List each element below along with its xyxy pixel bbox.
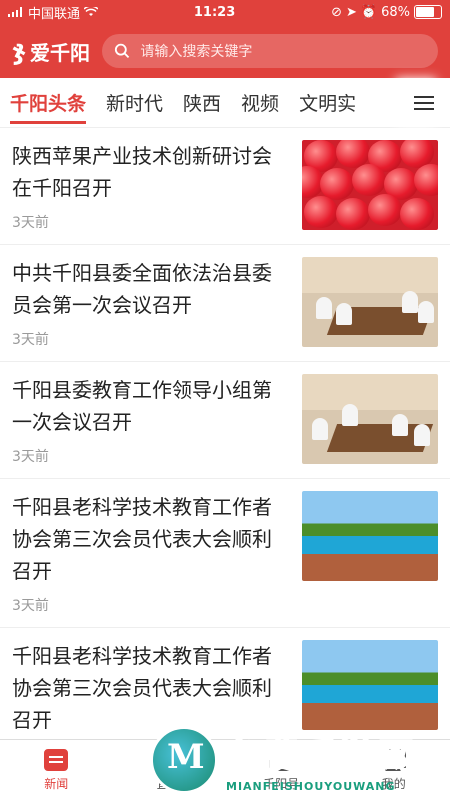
channel-tabs: 千阳头条 新时代 陕西 视频 文明实 [0, 78, 450, 128]
app-header: ჯ 爱千阳 [0, 24, 450, 78]
tab-news[interactable]: 新闻 [0, 740, 113, 800]
tab-video[interactable]: 视频 [241, 79, 279, 126]
news-thumbnail [302, 140, 438, 230]
news-thumbnail [302, 374, 438, 464]
list-item[interactable]: 千阳县老科学技术教育工作者协会第三次会员代表大会顺利召开 3天前 [0, 479, 450, 628]
qianyang-icon [269, 748, 294, 771]
tab-live[interactable]: 直播 [113, 740, 226, 800]
search-icon [114, 43, 130, 59]
news-title: 中共千阳县委全面依法治县委员会第一次会议召开 [12, 261, 272, 317]
tab-qianyang-label: 千阳号 [263, 776, 300, 791]
tab-new-era[interactable]: 新时代 [106, 79, 163, 126]
news-icon [44, 748, 69, 771]
tab-qianyang-headlines[interactable]: 千阳头条 [10, 79, 87, 126]
search-input[interactable] [138, 42, 426, 60]
list-item[interactable]: 中共千阳县委全面依法治县委员会第一次会议召开 3天前 [0, 245, 450, 362]
news-list: 陕西苹果产业技术创新研讨会在千阳召开 3天前 中共千阳县委全面依法治县委员会第一… [0, 128, 450, 740]
location-icon: ➤ [346, 4, 357, 20]
news-title: 千阳县委教育工作领导小组第一次会议召开 [12, 378, 272, 434]
tab-news-label: 新闻 [44, 776, 69, 791]
news-title: 千阳县老科学技术教育工作者协会第三次会员代表大会顺利召开 [12, 495, 272, 583]
news-time: 3天前 [12, 598, 49, 614]
news-time: 3天前 [12, 332, 49, 348]
search-bar[interactable] [102, 34, 438, 68]
logo-text: 爱千阳 [30, 40, 91, 65]
list-item[interactable]: 千阳县老科学技术教育工作者协会第三次会员代表大会顺利召开 [0, 628, 450, 740]
news-time: 3天前 [12, 215, 49, 231]
wifi-icon [84, 7, 99, 16]
tab-qianyang-account[interactable]: 千阳号 [225, 740, 338, 800]
news-thumbnail [302, 491, 438, 581]
alarm-icon: ⏰ [360, 4, 378, 20]
status-bar: 中国联通 11:23 ⊘ ➤ ⏰ 68% [0, 0, 450, 24]
news-time: 3天前 [12, 449, 49, 465]
logo-mark-icon: ჯ [12, 36, 27, 66]
orientation-lock-icon: ⊘ [331, 4, 342, 20]
list-item[interactable]: 千阳县委教育工作领导小组第一次会议召开 3天前 [0, 362, 450, 479]
tab-civilization[interactable]: 文明实 [299, 79, 356, 126]
signal-icon [8, 7, 24, 17]
bottom-tab-bar: 新闻 直播 千阳号 我的 [0, 739, 450, 800]
news-thumbnail [302, 640, 438, 730]
tab-live-label: 直播 [156, 776, 181, 791]
live-icon [156, 748, 181, 771]
clock: 11:23 [193, 4, 236, 20]
carrier: 中国联通 [28, 6, 81, 22]
tab-profile-label: 我的 [381, 776, 406, 791]
app-logo: ჯ 爱千阳 [12, 37, 90, 66]
battery-percent: 68% [381, 4, 410, 20]
battery-icon [414, 5, 442, 19]
news-thumbnail [302, 257, 438, 347]
menu-icon [414, 92, 434, 114]
profile-icon [381, 748, 406, 771]
list-item[interactable]: 陕西苹果产业技术创新研讨会在千阳召开 3天前 [0, 128, 450, 245]
tab-profile[interactable]: 我的 [338, 740, 450, 800]
more-channels-button[interactable] [404, 78, 444, 127]
tab-shaanxi[interactable]: 陕西 [183, 79, 221, 126]
news-title: 陕西苹果产业技术创新研讨会在千阳召开 [12, 144, 272, 200]
news-title: 千阳县老科学技术教育工作者协会第三次会员代表大会顺利召开 [12, 644, 272, 732]
